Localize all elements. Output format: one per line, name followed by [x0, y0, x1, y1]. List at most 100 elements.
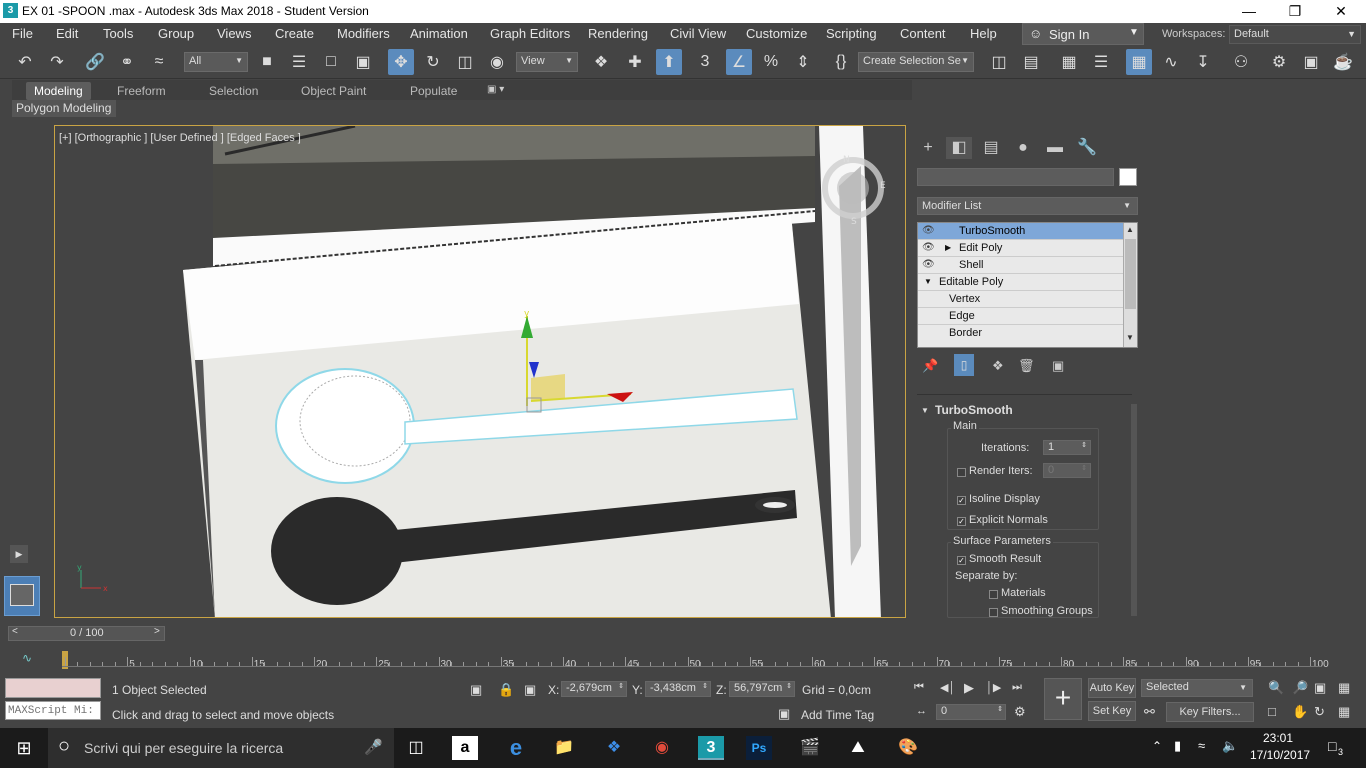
remove-modifier-icon[interactable]: 🗑	[1018, 358, 1035, 374]
isolate-selection-icon[interactable]: ▣	[470, 682, 482, 698]
collapse-icon[interactable]: ▼	[924, 274, 932, 290]
pivot-center-icon[interactable]: ❖	[588, 49, 614, 75]
align-icon[interactable]: ▤	[1018, 49, 1044, 75]
clock-date[interactable]: 17/10/2017	[1250, 748, 1310, 762]
set-key-button[interactable]: Set Key	[1088, 701, 1136, 721]
minimize-icon[interactable]: —	[1226, 0, 1272, 23]
stack-item-edit-poly[interactable]: 👁 ▶ Edit Poly	[918, 240, 1123, 257]
menu-content[interactable]: Content	[900, 26, 946, 41]
menu-create[interactable]: Create	[275, 26, 314, 41]
viewport-layout-tab[interactable]	[4, 576, 40, 616]
3ds-max-taskbar-icon[interactable]: 3	[698, 736, 724, 760]
ribbon-options-icon[interactable]: ▣ ▾	[487, 84, 504, 95]
amazon-icon[interactable]: a	[452, 736, 478, 760]
dropbox-icon[interactable]: ❖	[600, 736, 628, 760]
volume-icon[interactable]: 🔈	[1222, 738, 1238, 754]
stack-subitem-border[interactable]: Border	[918, 325, 1123, 342]
auto-key-button[interactable]: Auto Key	[1088, 678, 1136, 698]
modify-tab-icon[interactable]: ◧	[946, 137, 972, 159]
configure-modifier-sets-icon[interactable]: ▣	[1052, 358, 1064, 374]
chevron-up-icon[interactable]: ▲	[1126, 225, 1134, 234]
tab-object-paint[interactable]: Object Paint	[293, 82, 374, 100]
menu-modifiers[interactable]: Modifiers	[337, 26, 390, 41]
go-to-start-icon[interactable]: ⏮	[914, 681, 924, 694]
render-setup-icon[interactable]: ⚙	[1266, 49, 1292, 75]
isoline-display-checkbox[interactable]: ✓	[957, 496, 966, 505]
set-keys-button[interactable]: +	[1044, 678, 1082, 720]
create-selection-set-dropdown[interactable]: Create Selection Se ▼	[858, 52, 974, 72]
zoom-extents-icon[interactable]: ▣	[1314, 680, 1326, 696]
materials-checkbox[interactable]	[989, 590, 998, 599]
explicit-normals-checkbox[interactable]: ✓	[957, 517, 966, 526]
chevron-down-icon[interactable]: ▼	[1126, 333, 1134, 342]
snaps-toggle-icon[interactable]: 3	[692, 49, 718, 75]
stack-scrollbar[interactable]: ▲ ▼	[1123, 223, 1137, 347]
motion-tab-icon[interactable]: ●	[1010, 137, 1036, 159]
make-unique-icon[interactable]: ❖	[992, 358, 1004, 374]
polygon-modeling-panel[interactable]: Polygon Modeling	[12, 100, 116, 117]
redo-icon[interactable]: ↷	[44, 49, 70, 75]
modifier-stack[interactable]: 👁 TurboSmooth 👁 ▶ Edit Poly 👁 Shell ▼ Editabl…	[917, 222, 1138, 348]
stack-item-turbosmooth[interactable]: 👁 TurboSmooth	[918, 223, 1123, 240]
time-tag-icon[interactable]: ▣	[778, 706, 790, 722]
current-frame-field[interactable]: 0 ⇕	[936, 704, 1006, 720]
panel-scrollbar[interactable]	[1131, 404, 1137, 616]
zoom-all-icon[interactable]: 🔎	[1292, 680, 1308, 696]
play-small-icon[interactable]: ▶	[10, 545, 28, 563]
select-manipulate-icon[interactable]: ✚	[622, 49, 648, 75]
tab-freeform[interactable]: Freeform	[109, 82, 174, 100]
rollout-collapse-icon[interactable]: ▼	[921, 406, 929, 415]
go-to-end-icon[interactable]: ⏭	[1012, 681, 1022, 694]
photos-icon[interactable]: ⛰	[844, 736, 872, 760]
rollout-title[interactable]: TurboSmooth	[935, 403, 1013, 417]
menu-file[interactable]: File	[12, 26, 33, 41]
menu-animation[interactable]: Animation	[410, 26, 468, 41]
zoom-region-icon[interactable]: □	[1268, 704, 1276, 719]
default-in-out-tangents-icon[interactable]: ⚯	[1144, 704, 1155, 720]
selection-lock-icon[interactable]: 🔒	[498, 682, 514, 698]
microphone-icon[interactable]: 🎤	[364, 738, 383, 756]
zoom-extents-all-icon[interactable]: ▦	[1338, 680, 1350, 696]
wifi-icon[interactable]: ≈	[1198, 738, 1205, 753]
smoothing-groups-checkbox[interactable]	[989, 608, 998, 617]
battery-icon[interactable]: ▮	[1174, 738, 1181, 754]
create-tab-icon[interactable]: +	[915, 137, 941, 159]
render-iters-spinner[interactable]: 0 ⇕	[1043, 463, 1091, 478]
select-move-icon[interactable]: ✥	[388, 49, 414, 75]
ribbon-toggle-icon[interactable]: ▦	[1126, 49, 1152, 75]
menu-edit[interactable]: Edit	[56, 26, 78, 41]
select-rotate-icon[interactable]: ↻	[420, 49, 446, 75]
play-icon[interactable]: ▶	[964, 680, 974, 696]
search-box[interactable]: ○ Scrivi qui per eseguire la ricerca 🎤	[48, 728, 394, 768]
tab-populate[interactable]: Populate	[402, 82, 465, 100]
stack-item-shell[interactable]: 👁 Shell	[918, 257, 1123, 274]
key-filters-button[interactable]: Key Filters...	[1166, 702, 1254, 722]
windows-start-icon[interactable]: ⊞	[10, 736, 38, 760]
workspaces-dropdown[interactable]: Default ▼	[1229, 25, 1361, 44]
menu-rendering[interactable]: Rendering	[588, 26, 648, 41]
key-mode-dropdown[interactable]: Selected ▼	[1141, 679, 1253, 697]
notification-icon[interactable]: □	[1328, 738, 1336, 754]
angle-snap-icon[interactable]: ∠	[726, 49, 752, 75]
close-icon[interactable]: ✕	[1318, 0, 1364, 23]
object-color-swatch[interactable]	[1119, 168, 1137, 186]
scene-explorer-icon[interactable]: ▦	[1056, 49, 1082, 75]
tab-modeling[interactable]: Modeling	[26, 82, 91, 100]
menu-scripting[interactable]: Scripting	[826, 26, 877, 41]
next-frame-icon[interactable]: │▶	[986, 681, 1001, 694]
time-configuration-icon[interactable]: ⚙	[1014, 704, 1026, 720]
selection-filter-dropdown[interactable]: All ▼	[184, 52, 248, 72]
photoshop-icon[interactable]: Ps	[746, 736, 772, 760]
menu-civil-view[interactable]: Civil View	[670, 26, 726, 41]
slider-next-icon[interactable]: >	[154, 626, 160, 637]
undo-icon[interactable]: ↶	[12, 49, 38, 75]
sign-in-button[interactable]: ☺ Sign In ▼	[1022, 23, 1144, 45]
menu-tools[interactable]: Tools	[103, 26, 133, 41]
link-icon[interactable]: 🔗	[82, 49, 108, 75]
absolute-mode-icon[interactable]: ▣	[524, 682, 536, 698]
paint-icon[interactable]: 🎨	[894, 736, 922, 760]
zoom-icon[interactable]: 🔍	[1268, 680, 1284, 696]
orbit-icon[interactable]: ↻	[1314, 704, 1325, 720]
window-crossing-icon[interactable]: ▣	[350, 49, 376, 75]
menu-help[interactable]: Help	[970, 26, 997, 41]
